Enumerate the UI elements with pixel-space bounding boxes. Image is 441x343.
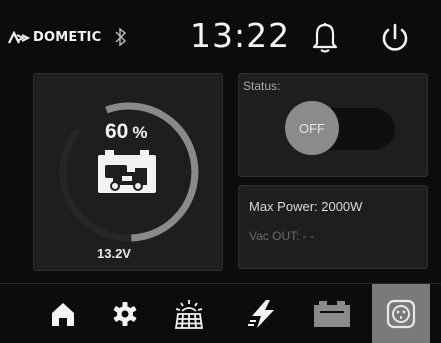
battery-voltage: 13.2V xyxy=(97,246,131,261)
dometic-logo: DOMETIC xyxy=(8,30,101,45)
battery-panel: 60% 13.2V xyxy=(33,73,223,271)
nav-settings[interactable] xyxy=(100,284,150,343)
gear-icon xyxy=(113,301,137,326)
power-outlet-icon xyxy=(386,299,416,328)
nav-charging[interactable] xyxy=(238,284,288,343)
power-info-panel: Max Power: 2000W Vac OUT: - - xyxy=(238,185,428,269)
battery-icon xyxy=(314,300,350,327)
bluetooth-icon xyxy=(115,27,127,47)
nav-home[interactable] xyxy=(38,284,88,343)
battery-charging-icon xyxy=(98,150,156,193)
soc-value: 60 xyxy=(105,120,129,143)
status-toggle-label: OFF xyxy=(299,120,325,136)
status-label: Status: xyxy=(243,79,281,93)
vac-out-text: Vac OUT: - - xyxy=(249,229,315,243)
bell-icon[interactable] xyxy=(309,20,341,54)
nav-battery[interactable] xyxy=(307,284,357,343)
bottom-nav xyxy=(0,283,441,343)
home-icon xyxy=(52,302,74,326)
max-power-text: Max Power: 2000W xyxy=(249,199,363,214)
brand-name: DOMETIC xyxy=(33,30,102,45)
clock-time: 13:22 xyxy=(190,16,291,55)
power-icon[interactable] xyxy=(378,21,412,55)
nav-outlet[interactable] xyxy=(372,284,430,343)
status-panel: Status: OFF xyxy=(238,73,428,177)
state-of-charge: 60% xyxy=(105,120,147,144)
solar-panel-icon xyxy=(174,299,204,329)
status-toggle[interactable]: OFF xyxy=(285,101,339,155)
lightning-icon xyxy=(248,299,274,328)
dometic-logo-icon xyxy=(8,30,30,43)
top-bar: DOMETIC 13:22 xyxy=(0,0,441,70)
nav-solar[interactable] xyxy=(164,284,214,343)
soc-unit: % xyxy=(132,123,148,142)
